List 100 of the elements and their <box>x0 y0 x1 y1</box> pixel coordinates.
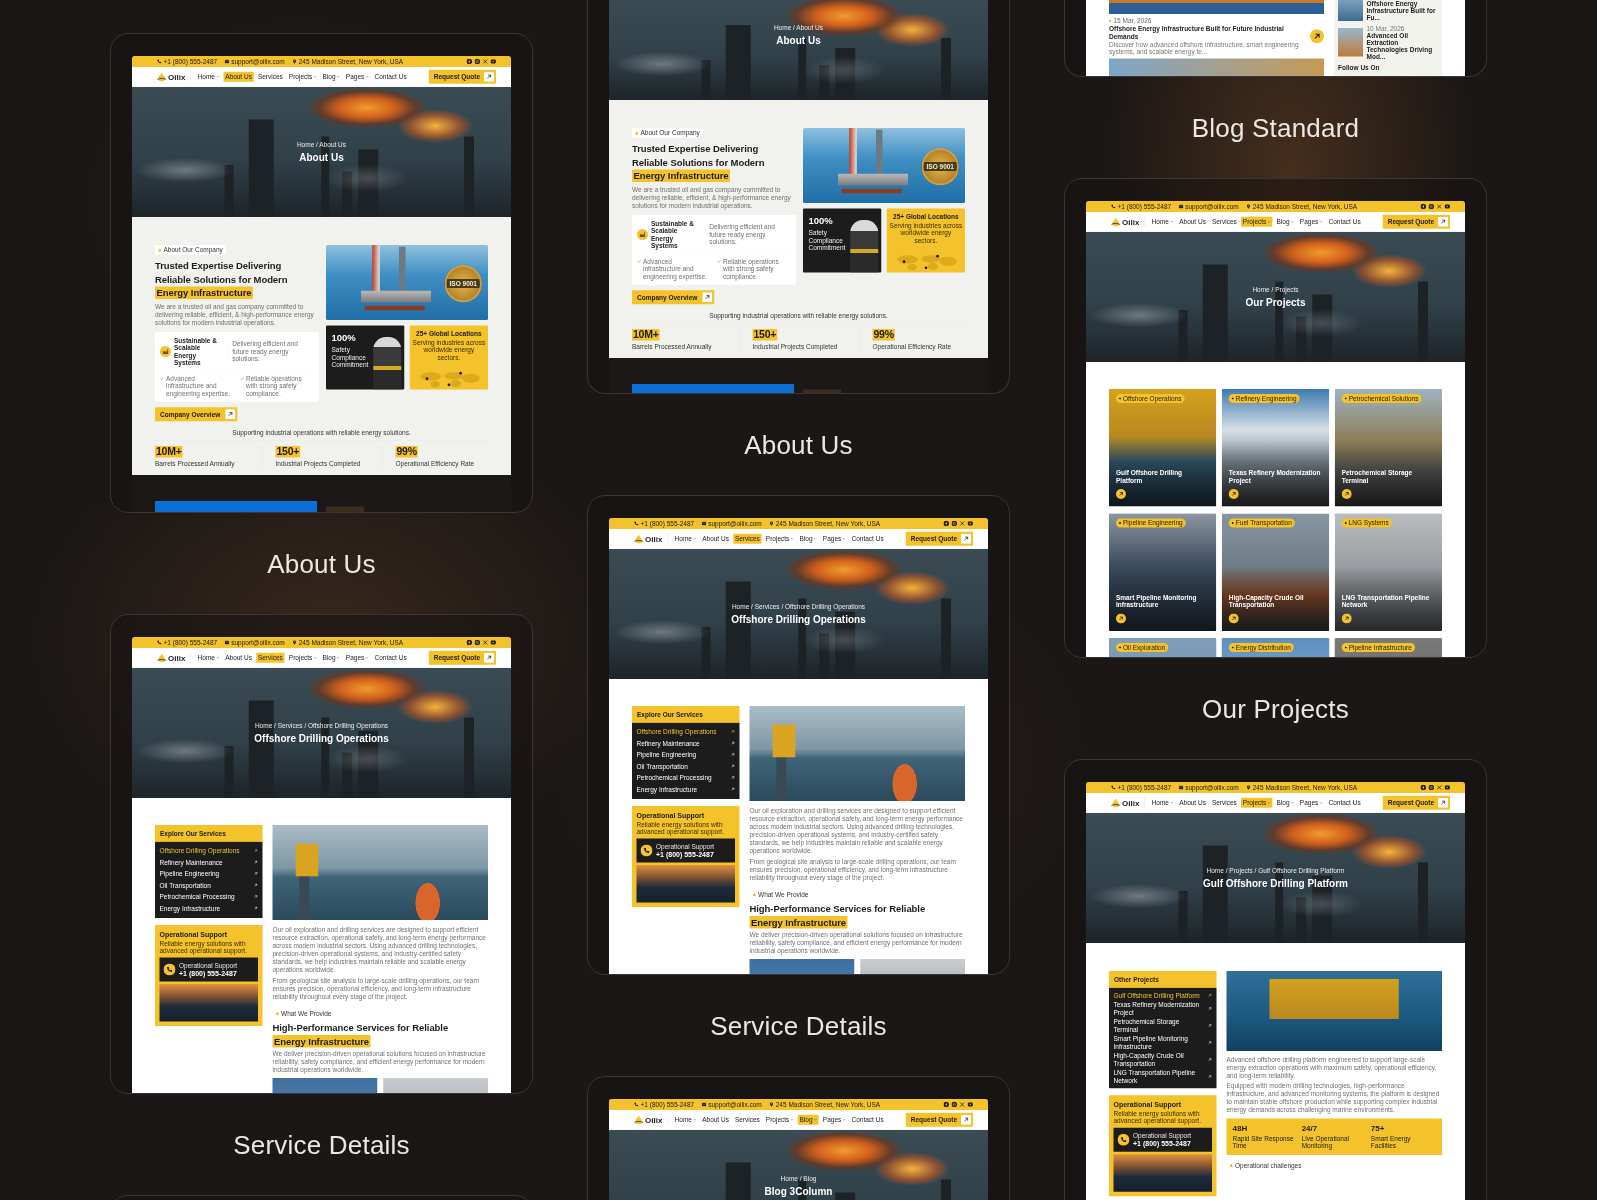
stat-value: 100% <box>331 332 357 344</box>
page-title: Offshore Drilling Operations <box>731 613 866 626</box>
social-icon[interactable] <box>466 58 472 65</box>
arrow-icon[interactable] <box>1228 613 1239 624</box>
dot-icon <box>1344 646 1347 649</box>
drop-icon <box>634 534 644 544</box>
phone-icon <box>1111 785 1116 790</box>
pin-icon <box>769 1102 774 1107</box>
page-label: Blog Standard <box>1191 111 1360 144</box>
factory-icon <box>637 229 648 240</box>
social-icon[interactable] <box>943 520 949 527</box>
stat-value: 100% <box>808 215 834 227</box>
page-label: About Us <box>744 428 853 461</box>
arrow-icon[interactable] <box>1341 613 1352 624</box>
social-icon[interactable] <box>1420 203 1426 210</box>
arrow-icon <box>961 1114 971 1125</box>
phone-icon <box>163 963 176 976</box>
section-tag <box>326 506 364 512</box>
page-title: Gulf Offshore Drilling Platform <box>1203 877 1348 890</box>
social-icon[interactable] <box>1444 203 1450 210</box>
stat-value: 10M+ <box>632 329 660 341</box>
social-icon[interactable] <box>951 1101 957 1108</box>
phone-icon <box>1111 204 1116 209</box>
pin-icon <box>769 521 774 526</box>
arrow-icon <box>484 71 494 82</box>
pin-icon <box>292 59 297 64</box>
stat-value: 150+ <box>275 446 301 458</box>
logo-text[interactable]: Oilix <box>645 1114 663 1125</box>
phone-icon <box>634 521 639 526</box>
drop-icon <box>1111 798 1121 808</box>
logo-text[interactable]: Oilix <box>168 652 186 663</box>
location-dot-icon <box>924 266 928 270</box>
drop-icon <box>157 72 167 82</box>
social-icon[interactable] <box>1420 784 1426 791</box>
social-icon[interactable] <box>474 58 480 65</box>
stat-value: 24/7 <box>1301 1124 1319 1133</box>
location-dot-icon <box>459 371 462 375</box>
flame-icon <box>158 247 162 252</box>
mail-icon <box>701 1102 707 1107</box>
location-dot-icon <box>425 377 429 381</box>
phone-icon <box>634 1102 639 1107</box>
logo-text[interactable]: Oilix <box>645 533 663 544</box>
arrow-icon <box>702 292 713 303</box>
social-icon[interactable] <box>951 520 957 527</box>
stat-value: 150+ <box>752 329 778 341</box>
photo-placeholder <box>373 337 402 390</box>
social-icon[interactable] <box>466 639 472 646</box>
social-icon[interactable] <box>1428 784 1434 791</box>
page-label: Service Details <box>710 1009 887 1042</box>
social-icon[interactable] <box>490 58 496 65</box>
pin-icon <box>1246 785 1251 790</box>
social-icon[interactable] <box>1444 784 1450 791</box>
page-title: Offshore Drilling Operations <box>254 732 389 745</box>
photo-placeholder <box>1338 0 1363 21</box>
logo-text[interactable]: Oilix <box>1122 216 1140 227</box>
map-drawing <box>896 255 957 271</box>
stat-value: 10M+ <box>155 446 183 458</box>
mail-icon <box>224 59 230 64</box>
section-heading: Trusted Expertise Delivering Reliable Solutions for Modern Energy Infrastructure <box>632 142 766 183</box>
page-title: About Us <box>299 151 344 164</box>
drop-icon <box>1111 217 1121 227</box>
arrow-icon[interactable] <box>1228 489 1239 499</box>
arrow-icon[interactable] <box>1116 613 1126 624</box>
dot-icon <box>1231 646 1234 649</box>
logo-text[interactable]: Oilix <box>1122 797 1140 808</box>
arrow-icon <box>484 652 494 663</box>
pin-icon <box>292 640 297 645</box>
arrow-icon <box>225 409 236 420</box>
mail-icon <box>224 640 230 645</box>
social-icon[interactable] <box>967 520 973 527</box>
logo-text[interactable]: Oilix <box>168 71 186 82</box>
page-label: Service Details <box>233 1128 410 1161</box>
social-icon[interactable] <box>490 639 496 646</box>
social-icon[interactable] <box>967 1101 973 1108</box>
pin-icon <box>1246 204 1251 209</box>
section-heading: Trusted Expertise Delivering Reliable Solutions for Modern Energy Infrastructure <box>155 259 289 300</box>
phone-icon <box>1117 1133 1130 1146</box>
location-dot-icon <box>936 254 939 258</box>
arrow-icon <box>1438 216 1448 227</box>
dot-icon <box>1109 19 1112 22</box>
stat-value: 99% <box>872 329 895 341</box>
stat-value: 48H <box>1232 1124 1249 1133</box>
social-icon[interactable] <box>474 639 480 646</box>
phone-icon <box>640 844 653 857</box>
mail-icon <box>701 521 707 526</box>
page-label: About Us <box>267 547 376 580</box>
social-icon[interactable] <box>943 1101 949 1108</box>
mail-icon <box>1178 204 1184 209</box>
phone-icon <box>157 640 162 645</box>
photo-placeholder <box>1338 28 1363 57</box>
dot-icon <box>1344 397 1347 400</box>
social-icon[interactable] <box>1428 203 1434 210</box>
phone-icon <box>157 59 162 64</box>
flame-icon <box>1229 1163 1233 1168</box>
arrow-icon[interactable] <box>1341 489 1352 499</box>
page-title: Our Projects <box>1245 296 1306 309</box>
drop-icon <box>157 653 167 663</box>
location-dot-icon <box>447 383 451 387</box>
flame-icon <box>752 892 756 897</box>
arrow-icon[interactable] <box>1116 489 1126 499</box>
